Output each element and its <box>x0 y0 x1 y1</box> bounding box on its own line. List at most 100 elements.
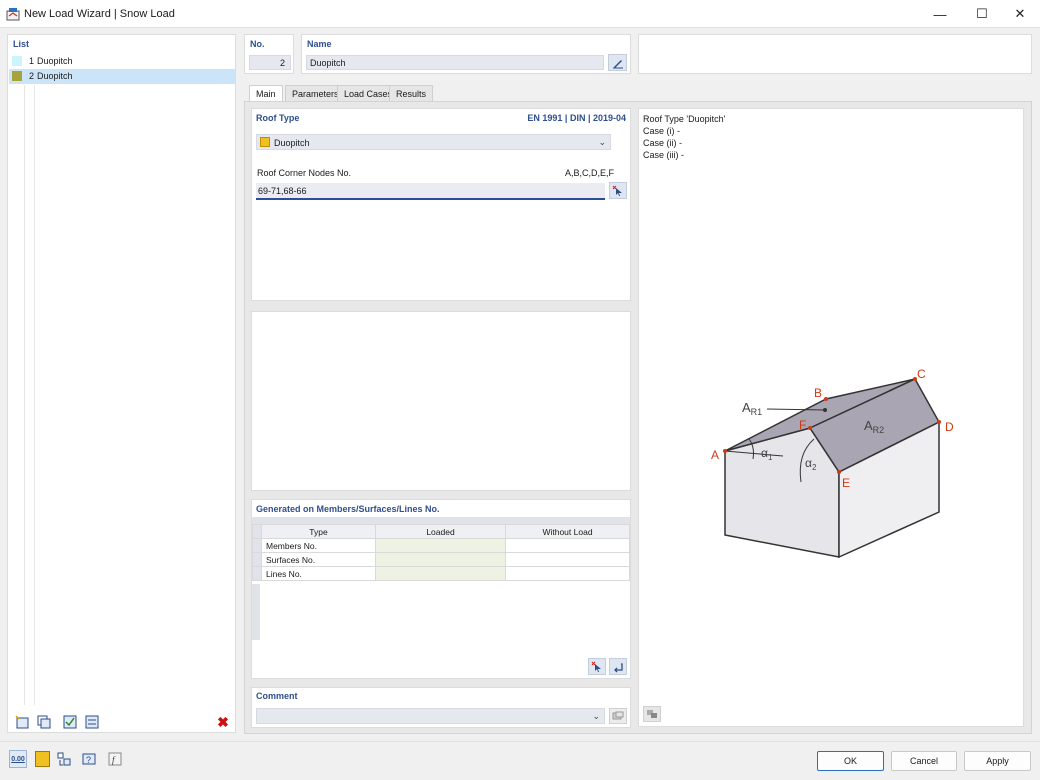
row-type: Surfaces No. <box>261 552 376 567</box>
tab-results[interactable]: Results <box>389 85 434 101</box>
comment-icon <box>612 711 624 720</box>
color-swatch <box>12 56 22 66</box>
row-type: Members No. <box>261 538 376 553</box>
check-all-icon[interactable] <box>61 713 79 731</box>
list-header: List <box>13 39 30 49</box>
minimize-button[interactable]: — <box>920 0 960 28</box>
tree-guide-line <box>24 85 25 705</box>
roof-type-panel: Roof Type EN 1991 | DIN | 2019-04 Duopit… <box>251 108 631 301</box>
settings-icon <box>647 710 657 718</box>
list-item-number: 2 <box>29 71 35 81</box>
row-without[interactable] <box>505 538 630 553</box>
row-loaded[interactable] <box>375 566 506 581</box>
row-loaded[interactable] <box>375 552 506 567</box>
area-label-r1: AR1 <box>742 400 762 417</box>
node-b-dot <box>824 397 828 401</box>
number-panel: No. 2 <box>244 34 294 74</box>
table-row[interactable]: Surfaces No. <box>252 552 630 567</box>
corner-nodes-value: 69-71,68-66 <box>258 186 307 196</box>
tab-main[interactable]: Main <box>249 85 283 101</box>
node-a-dot <box>723 449 727 453</box>
pick-nodes-button[interactable] <box>609 182 627 199</box>
row-header-cell <box>252 538 262 553</box>
number-field[interactable]: 2 <box>249 55 291 70</box>
table-row-header-strip <box>252 584 260 640</box>
row-loaded[interactable] <box>375 538 506 553</box>
ok-button[interactable]: OK <box>817 751 884 771</box>
list-item[interactable]: 1 Duopitch <box>9 54 235 69</box>
maximize-button[interactable]: ☐ <box>962 0 1002 28</box>
node-label-d: D <box>945 420 954 434</box>
edit-name-button[interactable] <box>608 54 627 71</box>
roof-type-value: Duopitch <box>274 138 310 148</box>
roof-type-select[interactable]: Duopitch ⌄ <box>256 134 611 150</box>
column-header-type: Type <box>261 524 376 539</box>
name-panel: Name Duopitch <box>301 34 631 74</box>
node-label-c: C <box>917 367 926 381</box>
list-item-selected[interactable]: 2 Duopitch <box>9 69 235 84</box>
color-button[interactable] <box>35 751 50 767</box>
roof-type-color-swatch <box>260 137 270 147</box>
chevron-down-icon: ⌄ <box>598 137 606 147</box>
info-line-case-iii: Case (iii) - <box>643 150 685 160</box>
list-panel: List 1 Duopitch 2 Duopitch ✖ <box>7 34 236 733</box>
duopitch-roof-diagram: A B C D E F AR1 AR2 α1 α2 <box>711 367 954 559</box>
row-header-cell <box>252 566 262 581</box>
list-item-label: Duopitch <box>37 56 73 66</box>
units-button[interactable]: 0.00 <box>9 750 27 768</box>
svg-text:?: ? <box>86 755 91 765</box>
node-label-b: B <box>814 386 822 400</box>
diagram-settings-button[interactable] <box>643 706 661 722</box>
row-type: Lines No. <box>261 566 376 581</box>
help-icon[interactable]: ? <box>80 750 98 768</box>
number-label: No. <box>250 39 265 49</box>
display-options-icon[interactable] <box>55 750 73 768</box>
pick-cursor-icon <box>612 185 622 196</box>
info-panel: Roof Type 'Duopitch' Case (i) - Case (ii… <box>638 108 1024 727</box>
delete-icon[interactable]: ✖ <box>214 713 232 731</box>
table-row[interactable]: Lines No. <box>252 566 630 581</box>
comment-select[interactable]: ⌄ <box>256 708 605 724</box>
node-label-a: A <box>711 448 719 462</box>
node-d-dot <box>937 420 941 424</box>
bottom-bar <box>0 741 1040 780</box>
formula-icon[interactable]: f <box>106 750 124 768</box>
number-value: 2 <box>279 58 285 68</box>
table-row[interactable]: Members No. <box>252 538 630 553</box>
tree-guide-line <box>34 85 35 705</box>
comment-panel: Comment ⌄ <box>251 687 631 728</box>
row-header-cell <box>252 552 262 567</box>
node-label-e: E <box>842 476 850 490</box>
norm-label: EN 1991 | DIN | 2019-04 <box>527 113 626 123</box>
node-label-f: F <box>799 418 806 432</box>
node-f-dot <box>808 426 812 430</box>
name-field[interactable]: Duopitch <box>306 55 604 70</box>
column-header-loaded: Loaded <box>375 524 506 539</box>
comment-action-button[interactable] <box>609 708 627 724</box>
chevron-down-icon: ⌄ <box>592 711 600 721</box>
cancel-button[interactable]: Cancel <box>891 751 957 771</box>
close-button[interactable]: ✕ <box>1000 0 1040 28</box>
pick-cursor-icon <box>591 661 601 672</box>
info-line-case-i: Case (i) - <box>643 126 681 136</box>
apply-button[interactable]: Apply <box>964 751 1031 771</box>
generated-table: Type Loaded Without Load Members No. Sur… <box>252 524 630 581</box>
app-icon <box>6 7 20 21</box>
list-item-label: Duopitch <box>37 71 73 81</box>
corner-nodes-label: Roof Corner Nodes No. <box>257 168 352 178</box>
corner-nodes-hint: A,B,C,D,E,F <box>565 168 615 178</box>
node-e-dot <box>837 470 841 474</box>
units-label: 0.00 <box>11 755 25 763</box>
row-without[interactable] <box>505 552 630 567</box>
column-header-without-load: Without Load <box>505 524 630 539</box>
row-header-cell <box>252 524 262 539</box>
reset-button[interactable] <box>609 658 627 675</box>
uncheck-icon[interactable] <box>83 713 101 731</box>
new-item-icon[interactable] <box>13 713 31 731</box>
undo-icon <box>614 662 623 672</box>
list-item-number: 1 <box>29 56 35 66</box>
corner-nodes-input[interactable]: 69-71,68-66 <box>256 183 605 200</box>
copy-item-icon[interactable] <box>35 713 53 731</box>
row-without[interactable] <box>505 566 630 581</box>
pick-objects-button[interactable] <box>588 658 606 675</box>
